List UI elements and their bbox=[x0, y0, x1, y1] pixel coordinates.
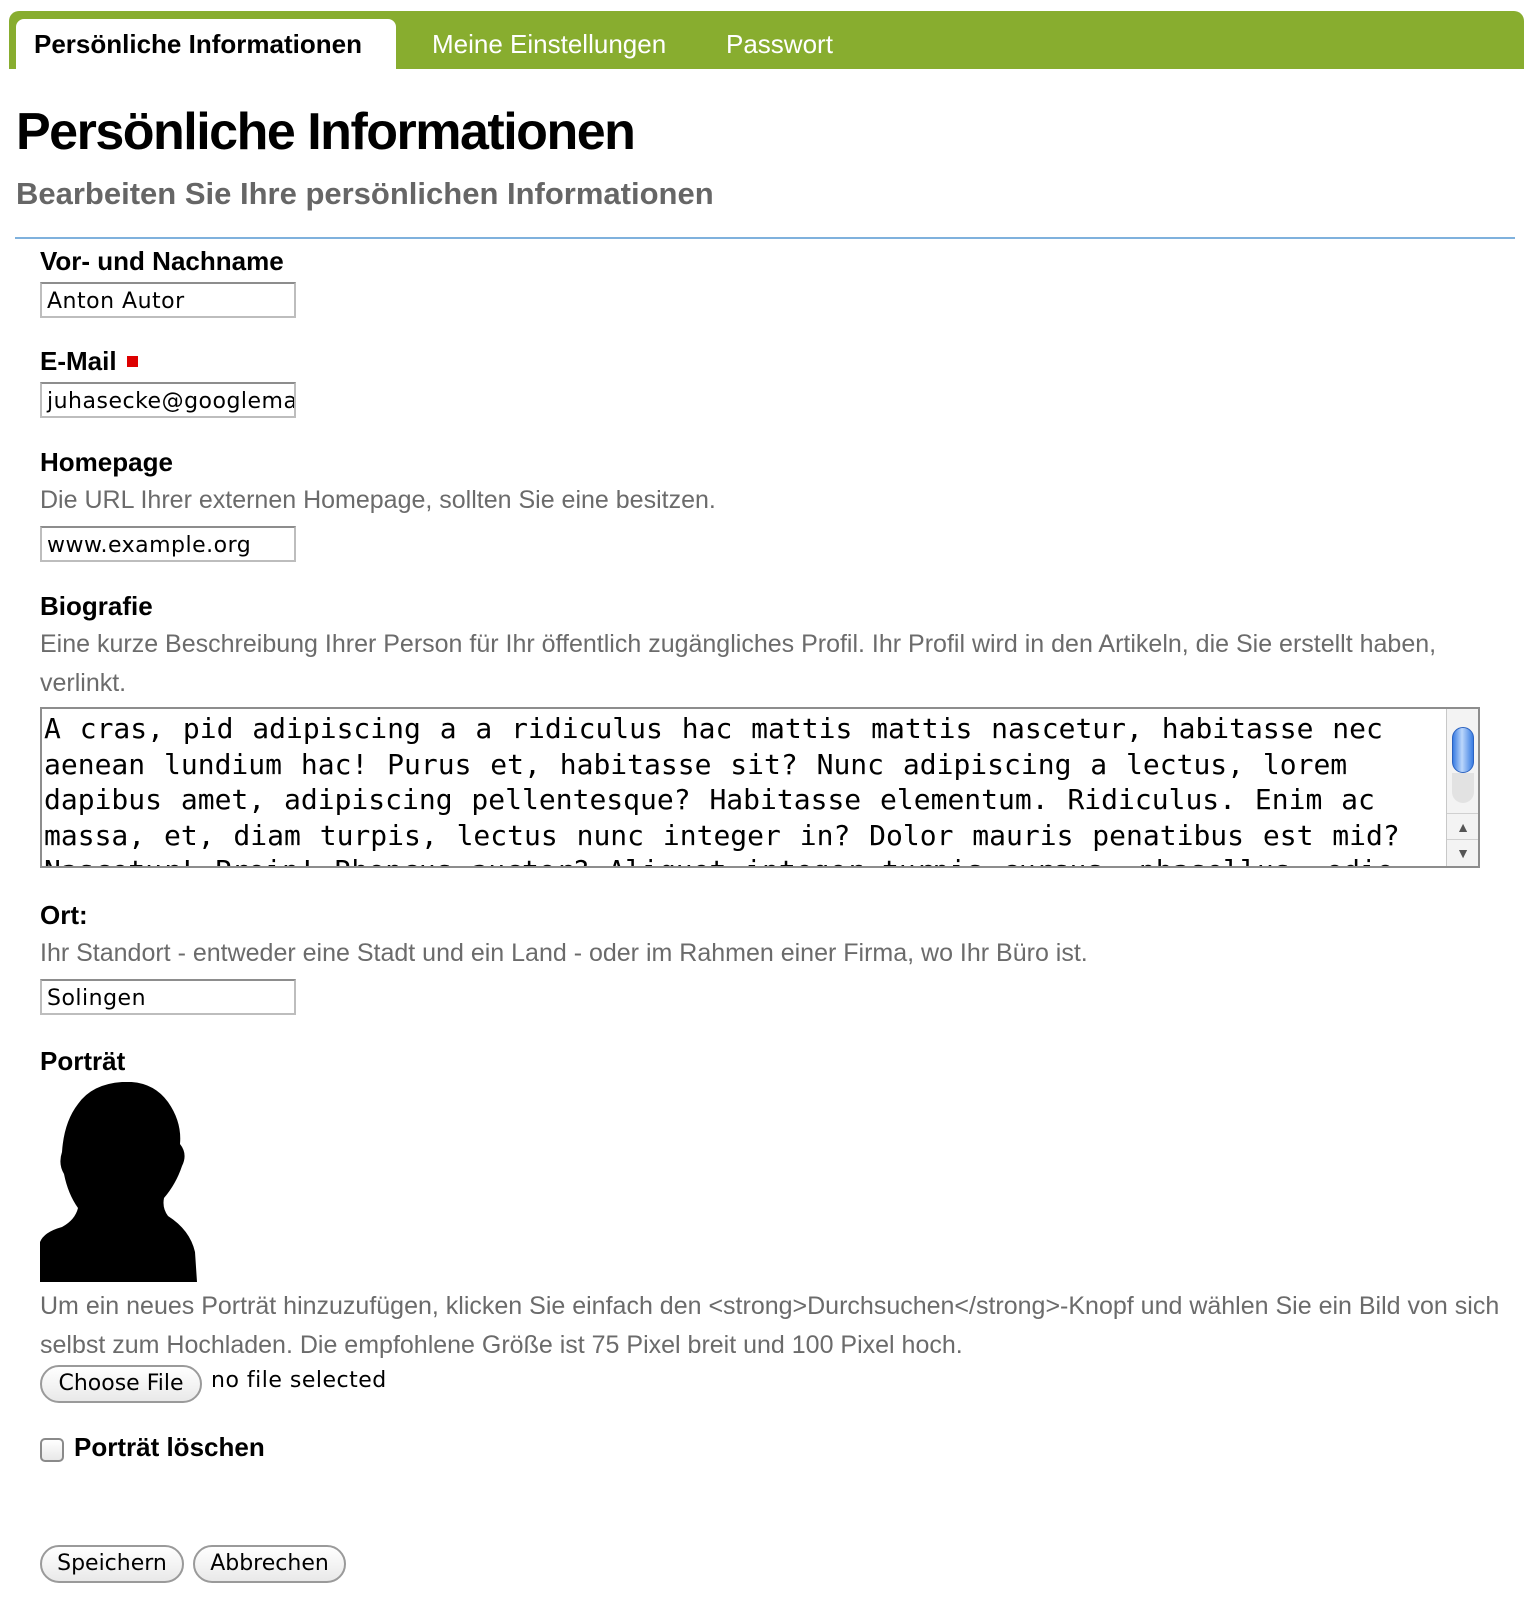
name-label: Vor- und Nachname bbox=[40, 246, 284, 276]
location-help: Ihr Standort - entweder eine Stadt und e… bbox=[40, 939, 1088, 967]
homepage-input[interactable]: www.example.org bbox=[40, 526, 296, 562]
portrait-help: Um ein neues Porträt hinzuzufügen, klick… bbox=[40, 1292, 1500, 1359]
biography-label: Biografie bbox=[40, 591, 153, 621]
save-button[interactable]: Speichern bbox=[40, 1545, 184, 1583]
tab-my-settings[interactable]: Meine Einstellungen bbox=[412, 19, 686, 69]
biography-textarea[interactable]: A cras, pid adipiscing a a ridiculus hac… bbox=[40, 707, 1480, 868]
required-marker-icon bbox=[126, 355, 138, 367]
delete-portrait-label[interactable]: Porträt löschen bbox=[74, 1432, 265, 1463]
scroll-thumb[interactable] bbox=[1452, 727, 1474, 773]
location-input[interactable]: Solingen bbox=[40, 979, 296, 1015]
header-divider bbox=[15, 237, 1515, 239]
biography-scrollbar[interactable]: ▲ ▼ bbox=[1446, 709, 1478, 866]
name-input[interactable]: Anton Autor bbox=[40, 282, 296, 318]
email-label-text: E-Mail bbox=[40, 346, 117, 376]
delete-portrait-checkbox[interactable] bbox=[40, 1438, 64, 1462]
homepage-label: Homepage bbox=[40, 447, 173, 477]
tab-personal-information[interactable]: Persönliche Informationen bbox=[16, 19, 396, 69]
portrait-silhouette-image bbox=[40, 1082, 197, 1282]
file-status: no file selected bbox=[211, 1368, 387, 1393]
portrait-label: Porträt bbox=[40, 1046, 126, 1076]
choose-file-button[interactable]: Choose File bbox=[40, 1365, 202, 1403]
email-input[interactable]: juhasecke@googlemai bbox=[40, 382, 296, 418]
scroll-track[interactable] bbox=[1452, 773, 1474, 803]
page-title: Persönliche Informationen bbox=[16, 103, 636, 161]
homepage-help: Die URL Ihrer externen Homepage, sollten… bbox=[40, 486, 716, 514]
biography-text: A cras, pid adipiscing a a ridiculus hac… bbox=[44, 712, 1411, 866]
scroll-down-arrow-icon[interactable]: ▼ bbox=[1447, 839, 1478, 865]
tab-bar: Persönliche Informationen Meine Einstell… bbox=[9, 11, 1524, 69]
location-label: Ort: bbox=[40, 900, 88, 930]
email-label: E-Mail bbox=[40, 346, 138, 377]
tab-password[interactable]: Passwort bbox=[706, 19, 853, 69]
biography-help: Eine kurze Beschreibung Ihrer Person für… bbox=[40, 630, 1437, 697]
cancel-button[interactable]: Abbrechen bbox=[193, 1545, 346, 1583]
scroll-up-arrow-icon[interactable]: ▲ bbox=[1447, 813, 1478, 839]
page-subtitle: Bearbeiten Sie Ihre persönlichen Informa… bbox=[16, 176, 714, 211]
